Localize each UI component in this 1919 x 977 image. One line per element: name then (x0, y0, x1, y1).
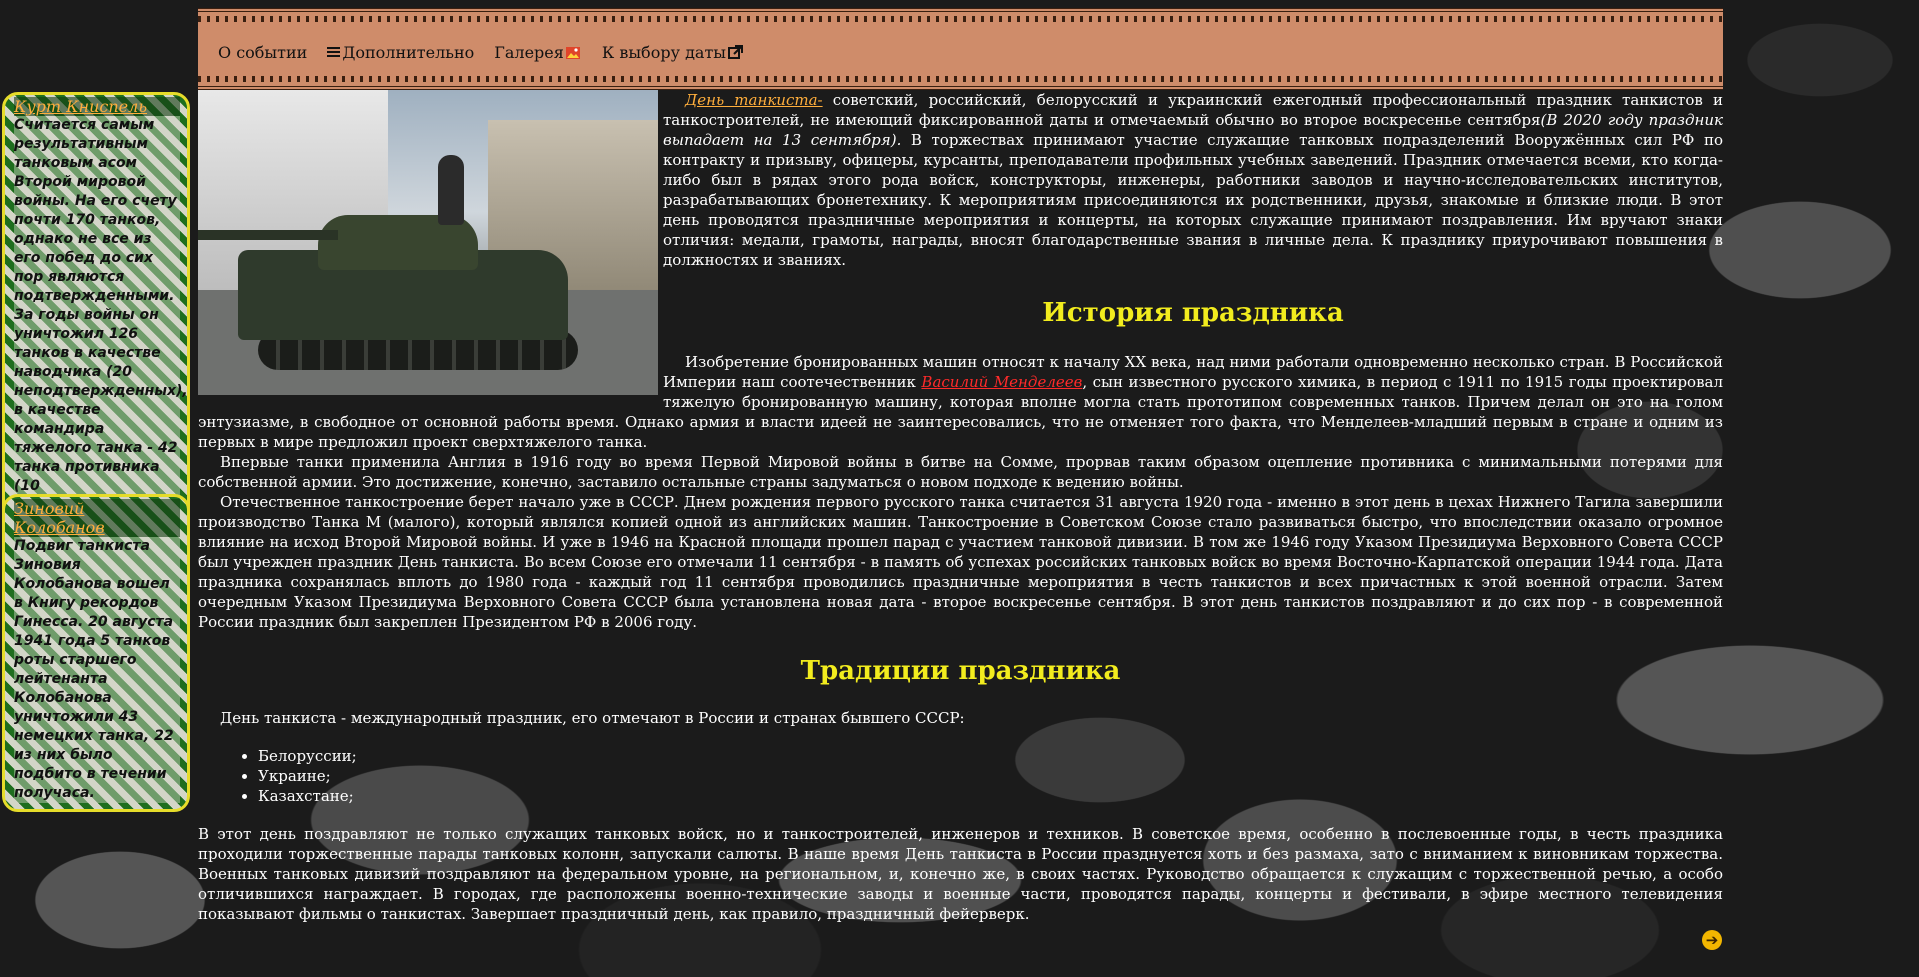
intro-text-2: В торжествах принимают участие служащие … (663, 131, 1723, 269)
nav-menu: О событии Дополнительно Галерея К выбору… (218, 43, 765, 62)
sidebar-card-text: Считается самым результативным танковым … (14, 116, 188, 515)
nav-gallery-label: Галерея (494, 43, 564, 62)
images-icon (565, 46, 580, 59)
mendeleev-link[interactable]: Василий Менделеев (921, 373, 1082, 391)
history-paragraph-3: Отечественное танкостроение берет начало… (198, 493, 1723, 631)
sidebar-card-title[interactable]: Зиновий Колобанов (14, 499, 180, 537)
nav-gallery[interactable]: Галерея (494, 43, 582, 62)
tank-photo (198, 90, 658, 395)
sidebar-card-kolobanov: Зиновий Колобанов Подвиг танкиста Зинови… (2, 494, 190, 812)
nav-choose-date[interactable]: К выбору даты (602, 43, 745, 62)
sidebar-card-knispel: Курт Книспель Считается самым результати… (2, 92, 190, 524)
menu-icon (327, 47, 341, 58)
nav-about-event-label: О событии (218, 43, 308, 62)
arrow-right-circle-icon[interactable]: ➔ (1702, 930, 1722, 950)
top-navigation: О событии Дополнительно Галерея К выбору… (198, 8, 1723, 90)
nav-additional-label: Дополнительно (342, 43, 475, 62)
countries-list: Белоруссии; Украине; Казахстане; (198, 746, 1723, 806)
nav-additional[interactable]: Дополнительно (327, 43, 474, 62)
nav-about-event[interactable]: О событии (218, 43, 307, 62)
tankman-day-link[interactable]: День танкиста- (685, 91, 823, 109)
traditions-heading: Традиции праздника (800, 656, 1121, 686)
list-item: Белоруссии; (258, 746, 1723, 766)
external-link-icon (728, 45, 744, 59)
list-item: Казахстане; (258, 786, 1723, 806)
sidebar-card-text: Подвиг танкиста Зиновия Колобанова вошел… (14, 537, 180, 803)
traditions-paragraph: В этот день поздравляют не только служащ… (198, 825, 1723, 923)
traditions-intro: День танкиста - международный праздник, … (220, 709, 965, 727)
nav-choose-date-label: К выбору даты (601, 43, 727, 62)
main-content: День танкиста- советский, российский, бе… (198, 90, 1723, 924)
sidebar-card-title[interactable]: Курт Книспель (14, 97, 180, 116)
history-paragraph-2: Впервые танки применила Англия в 1916 го… (198, 453, 1723, 491)
list-item: Украине; (258, 766, 1723, 786)
